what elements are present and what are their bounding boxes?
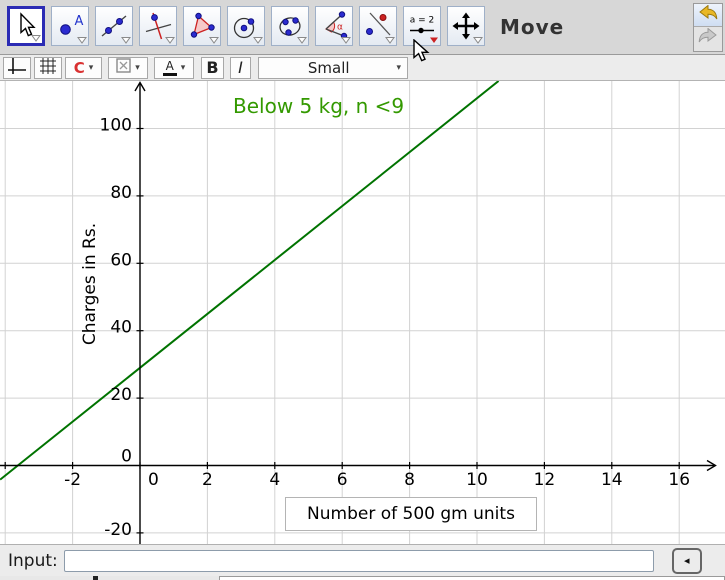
- x-tick-label: 14: [601, 470, 623, 490]
- tool-angle-button[interactable]: α: [315, 6, 353, 46]
- text-color-button[interactable]: A ▾: [154, 57, 194, 79]
- geogebra-window: Aα a = 2 Move C ▾: [0, 0, 725, 580]
- background-color-button[interactable]: ▾: [108, 57, 148, 79]
- point-capture-magnet-icon: C: [74, 59, 85, 77]
- x-tick-label: 2: [202, 470, 213, 490]
- x-tick-label: 0: [148, 470, 159, 490]
- x-tick-label: 4: [269, 470, 280, 490]
- tool-reflect-button[interactable]: [359, 6, 397, 46]
- clipped-panel-edge: [219, 576, 725, 580]
- chevron-down-icon: ▾: [181, 63, 186, 73]
- redo-button[interactable]: [694, 27, 722, 50]
- input-help-toggle-button[interactable]: ◂: [672, 548, 702, 574]
- tool-move-button[interactable]: [7, 6, 45, 46]
- graph-annotation-text[interactable]: Below 5 kg, n <9: [233, 94, 404, 118]
- y-tick-label: 20: [110, 385, 132, 405]
- y-tick-label: 60: [110, 250, 132, 270]
- toggle-axes-button[interactable]: [3, 57, 31, 79]
- tool-conic-button[interactable]: [271, 6, 309, 46]
- clipped-content-mark: [93, 576, 98, 580]
- input-label: Input:: [8, 551, 58, 571]
- grid-icon: [39, 57, 57, 79]
- graphics-style-bar: C ▾ ▾ A ▾ B I Small ▾: [0, 55, 725, 81]
- chevron-down-icon: ▾: [396, 63, 401, 73]
- graph-canvas[interactable]: -20246810121416-20020406080100: [0, 81, 725, 544]
- main-toolbar: Aα a = 2 Move: [0, 0, 725, 55]
- svg-text:A: A: [75, 14, 84, 29]
- y-tick-label: 100: [100, 116, 132, 136]
- graphics-view[interactable]: -20246810121416-20020406080100 Below 5 k…: [0, 81, 725, 544]
- svg-text:a = 2: a = 2: [410, 16, 435, 26]
- point-capturing-button[interactable]: C ▾: [65, 57, 102, 79]
- tool-point-button[interactable]: A: [51, 6, 89, 46]
- x-tick-label: -2: [64, 470, 81, 490]
- chevron-down-icon: ▾: [135, 63, 140, 73]
- y-tick-label: 40: [110, 318, 132, 338]
- input-bar: Input: ◂: [0, 544, 725, 576]
- y-tick-label: 80: [110, 183, 132, 203]
- tool-button-row: Aα a = 2: [7, 6, 485, 46]
- italic-button[interactable]: I: [230, 57, 251, 79]
- tool-perpendicular-button[interactable]: [139, 6, 177, 46]
- y-tick-label: -20: [104, 520, 132, 540]
- window-bottom-edge: [0, 576, 725, 580]
- y-axis-label: Charges in Rs.: [80, 223, 100, 345]
- tool-slider-button[interactable]: a = 2: [403, 6, 441, 46]
- x-tick-label: 10: [466, 470, 488, 490]
- x-axis-label-box[interactable]: Number of 500 gm units: [285, 497, 537, 531]
- command-input[interactable]: [64, 550, 654, 572]
- tool-move-view-button[interactable]: [447, 6, 485, 46]
- undo-icon: [698, 5, 718, 26]
- tool-circle-button[interactable]: [227, 6, 265, 46]
- charges-line[interactable]: [0, 81, 498, 480]
- svg-text:α: α: [337, 23, 343, 33]
- x-tick-label: 16: [668, 470, 690, 490]
- bold-button[interactable]: B: [201, 57, 224, 79]
- current-mode-label: Move: [500, 15, 564, 39]
- no-color-checkbox-icon: [116, 58, 131, 77]
- undo-redo-panel: [693, 3, 723, 52]
- font-size-value: Small: [308, 59, 350, 77]
- undo-button[interactable]: [694, 4, 722, 27]
- toggle-grid-button[interactable]: [34, 57, 62, 79]
- chevron-down-icon: ▾: [89, 63, 94, 73]
- redo-icon: [698, 28, 718, 49]
- text-color-icon: A: [163, 60, 177, 76]
- tool-polygon-button[interactable]: [183, 6, 221, 46]
- input-help-icon: ◂: [684, 554, 690, 567]
- y-tick-label: 0: [121, 447, 132, 467]
- x-tick-label: 12: [534, 470, 556, 490]
- x-tick-label: 8: [404, 470, 415, 490]
- font-size-dropdown[interactable]: Small ▾: [258, 57, 408, 79]
- x-tick-label: 6: [337, 470, 348, 490]
- axes-icon: [7, 57, 27, 79]
- tool-line-button[interactable]: [95, 6, 133, 46]
